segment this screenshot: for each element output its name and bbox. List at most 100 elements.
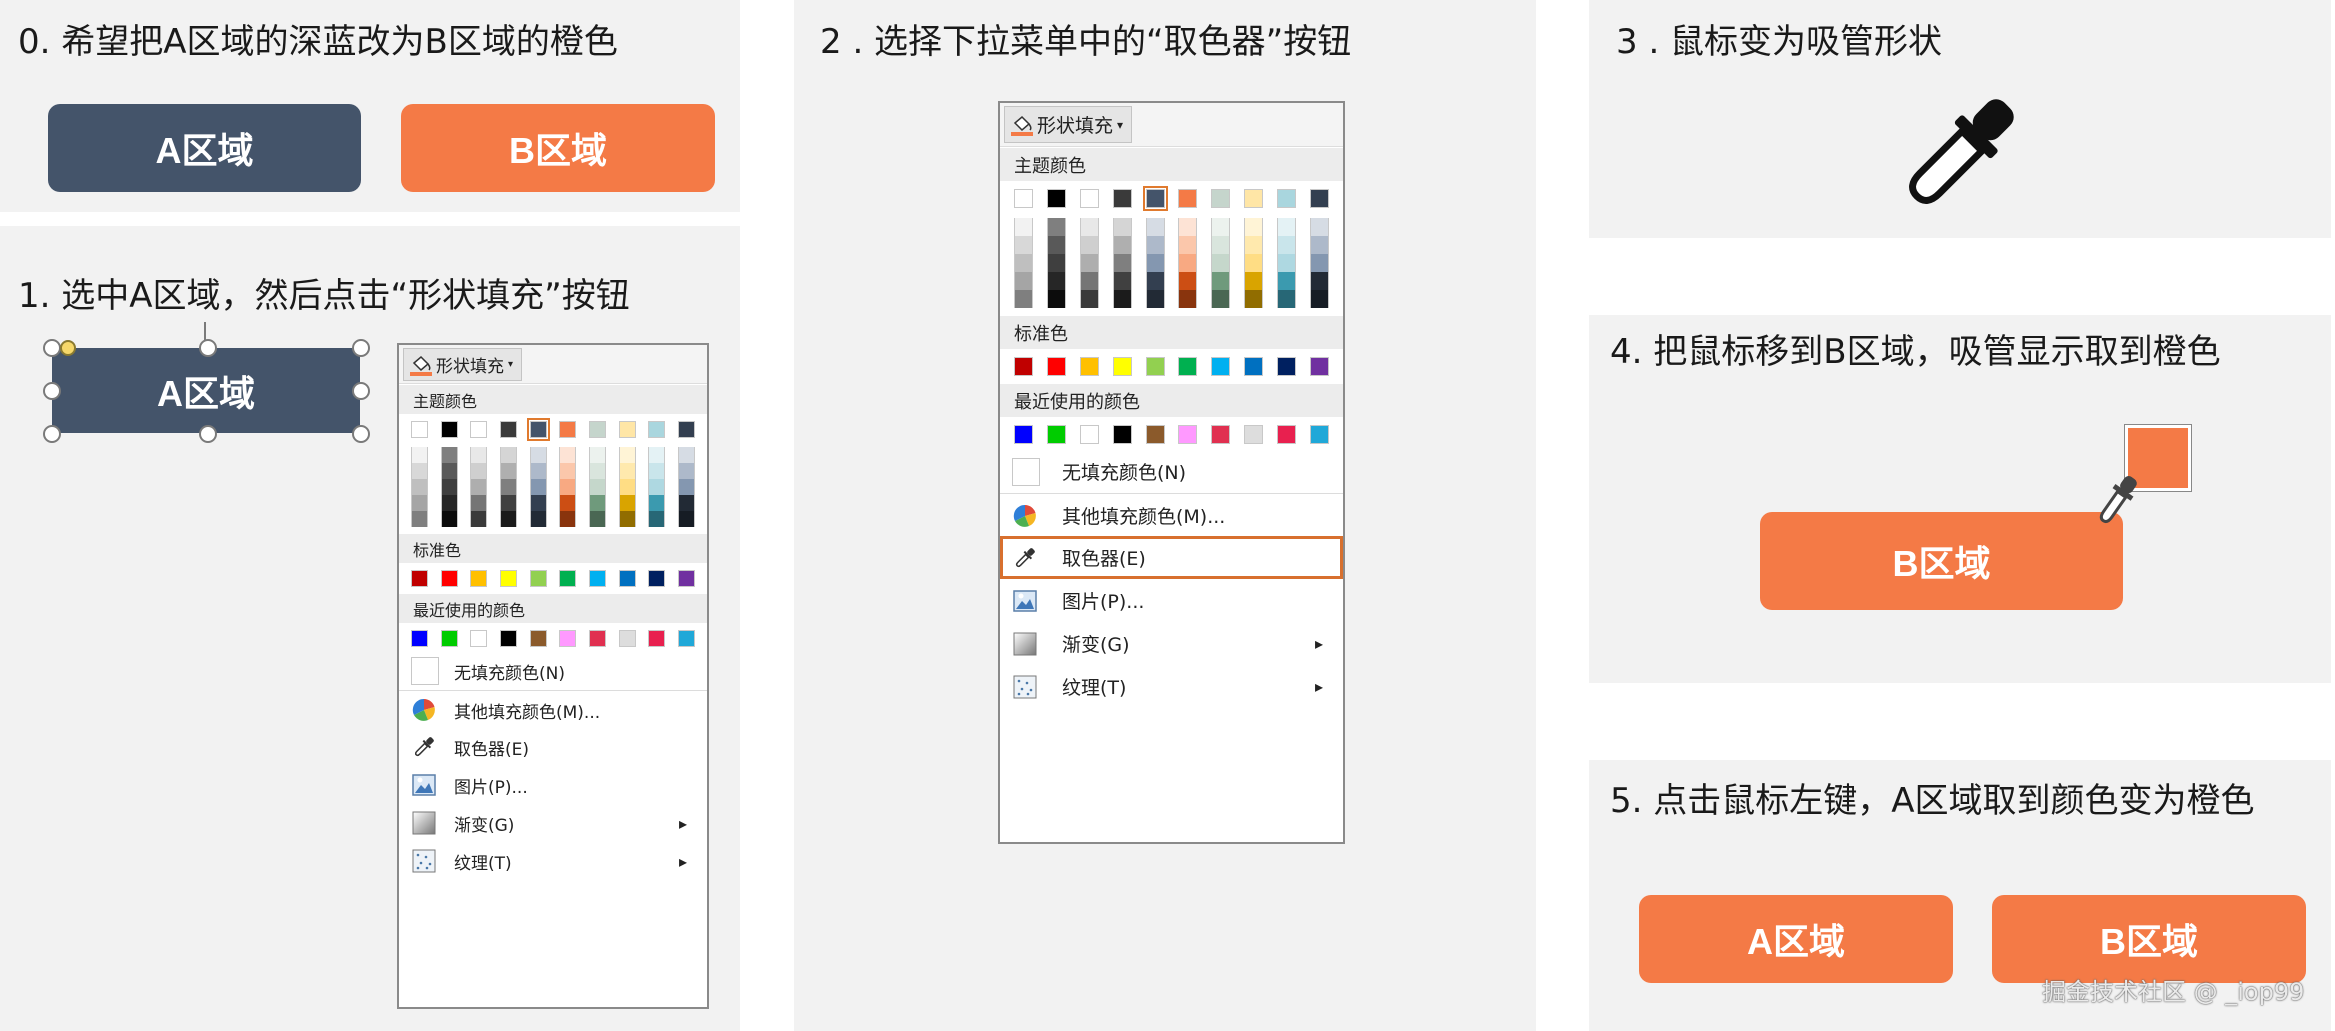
gradient-fill-item[interactable]: 渐变(G) ▸ <box>1000 622 1343 665</box>
theme-shade-swatch[interactable] <box>470 447 487 463</box>
theme-shade-swatch[interactable] <box>1014 254 1033 272</box>
standard-color-swatch[interactable] <box>441 570 458 587</box>
recent-color-swatch[interactable] <box>1047 425 1066 444</box>
standard-color-swatch[interactable] <box>470 570 487 587</box>
theme-shade-swatch[interactable] <box>1244 218 1263 236</box>
texture-fill-item[interactable]: 纹理(T) ▸ <box>399 842 707 880</box>
texture-fill-item[interactable]: 纹理(T) ▸ <box>1000 665 1343 708</box>
theme-shade-swatch[interactable] <box>1047 254 1066 272</box>
theme-shade-swatch[interactable] <box>589 511 606 527</box>
shape-a-selected[interactable]: A区域 <box>52 348 360 433</box>
theme-shade-swatch[interactable] <box>411 495 428 511</box>
theme-shade-swatch[interactable] <box>411 511 428 527</box>
theme-shade-swatch[interactable] <box>559 511 576 527</box>
theme-shade-swatch[interactable] <box>500 463 517 479</box>
theme-color-swatch[interactable] <box>1113 189 1132 208</box>
recent-color-swatch[interactable] <box>1080 425 1099 444</box>
theme-shade-swatch[interactable] <box>1080 290 1099 308</box>
theme-shade-swatch[interactable] <box>619 447 636 463</box>
recent-color-swatch[interactable] <box>1146 425 1165 444</box>
theme-shade-swatch[interactable] <box>648 479 665 495</box>
theme-shade-swatch[interactable] <box>1310 236 1329 254</box>
theme-shade-swatch[interactable] <box>1277 218 1296 236</box>
standard-color-swatch[interactable] <box>619 570 636 587</box>
theme-shade-swatch[interactable] <box>500 495 517 511</box>
theme-color-swatch[interactable] <box>559 421 576 438</box>
picture-fill-item[interactable]: 图片(P)... <box>399 766 707 804</box>
standard-color-swatch[interactable] <box>1113 357 1132 376</box>
theme-shade-swatch[interactable] <box>1113 272 1132 290</box>
theme-shade-swatch[interactable] <box>411 479 428 495</box>
theme-color-swatch[interactable] <box>1244 189 1263 208</box>
resize-handle[interactable] <box>43 425 61 443</box>
no-fill-item[interactable]: 无填充颜色(N) <box>1000 450 1343 493</box>
theme-shade-swatch[interactable] <box>1146 254 1165 272</box>
theme-shade-swatch[interactable] <box>1178 254 1197 272</box>
shape-fill-button[interactable]: 形状填充 ▾ <box>403 348 523 381</box>
theme-shade-swatch[interactable] <box>530 463 547 479</box>
theme-shade-swatch[interactable] <box>1113 290 1132 308</box>
theme-shade-swatch[interactable] <box>1211 236 1230 254</box>
recent-color-swatch[interactable] <box>1310 425 1329 444</box>
theme-shade-swatch[interactable] <box>678 479 695 495</box>
theme-shade-swatch[interactable] <box>500 447 517 463</box>
theme-shade-swatch[interactable] <box>1244 254 1263 272</box>
theme-shade-swatch[interactable] <box>1277 272 1296 290</box>
standard-color-swatch[interactable] <box>1310 357 1329 376</box>
resize-handle[interactable] <box>199 339 217 357</box>
theme-color-swatch[interactable] <box>1211 189 1230 208</box>
shape-fill-button[interactable]: 形状填充 ▾ <box>1004 106 1133 143</box>
theme-shade-swatch[interactable] <box>559 479 576 495</box>
more-fill-colors-item[interactable]: 其他填充颜色(M)... <box>1000 493 1343 537</box>
theme-shade-swatch[interactable] <box>441 463 458 479</box>
rotate-handle[interactable] <box>204 322 206 340</box>
theme-shade-swatch[interactable] <box>1014 272 1033 290</box>
theme-shade-swatch[interactable] <box>648 511 665 527</box>
theme-shade-swatch[interactable] <box>530 495 547 511</box>
theme-shade-swatch[interactable] <box>441 511 458 527</box>
theme-shade-swatch[interactable] <box>530 511 547 527</box>
theme-shade-swatch[interactable] <box>619 479 636 495</box>
theme-color-swatch[interactable] <box>1277 189 1296 208</box>
theme-shade-swatch[interactable] <box>559 447 576 463</box>
picture-fill-item[interactable]: 图片(P)... <box>1000 579 1343 622</box>
theme-shade-swatch[interactable] <box>1310 272 1329 290</box>
theme-color-swatch[interactable] <box>589 421 606 438</box>
standard-color-swatch[interactable] <box>648 570 665 587</box>
eyedropper-item[interactable]: 取色器(E) <box>1000 536 1343 579</box>
recent-color-swatch[interactable] <box>411 630 428 647</box>
theme-shade-swatch[interactable] <box>1146 290 1165 308</box>
theme-color-swatch[interactable] <box>619 421 636 438</box>
eyedropper-item[interactable]: 取色器(E) <box>399 728 707 766</box>
recent-color-swatch[interactable] <box>1211 425 1230 444</box>
theme-color-swatch[interactable] <box>1080 189 1099 208</box>
standard-color-swatch[interactable] <box>1178 357 1197 376</box>
theme-shade-swatch[interactable] <box>470 495 487 511</box>
resize-handle[interactable] <box>352 382 370 400</box>
theme-color-swatch[interactable] <box>678 421 695 438</box>
theme-shade-swatch[interactable] <box>1310 290 1329 308</box>
theme-shade-swatch[interactable] <box>1211 272 1230 290</box>
standard-color-swatch[interactable] <box>411 570 428 587</box>
theme-shade-swatch[interactable] <box>1310 254 1329 272</box>
theme-shade-swatch[interactable] <box>1211 290 1230 308</box>
standard-color-swatch[interactable] <box>500 570 517 587</box>
theme-color-swatch[interactable] <box>470 421 487 438</box>
theme-shade-swatch[interactable] <box>1146 236 1165 254</box>
theme-shade-swatch[interactable] <box>1080 218 1099 236</box>
theme-shade-swatch[interactable] <box>411 463 428 479</box>
resize-handle[interactable] <box>352 425 370 443</box>
theme-shade-swatch[interactable] <box>1047 272 1066 290</box>
theme-shade-swatch[interactable] <box>1277 290 1296 308</box>
theme-shade-swatch[interactable] <box>1113 218 1132 236</box>
theme-shade-swatch[interactable] <box>1113 254 1132 272</box>
theme-shade-swatch[interactable] <box>1146 272 1165 290</box>
theme-shade-swatch[interactable] <box>530 479 547 495</box>
theme-shade-swatch[interactable] <box>589 463 606 479</box>
shape-b-target[interactable]: B区域 <box>1760 512 2123 610</box>
theme-shade-swatch[interactable] <box>619 495 636 511</box>
theme-shade-swatch[interactable] <box>1277 236 1296 254</box>
theme-shade-swatch[interactable] <box>619 463 636 479</box>
standard-color-swatch[interactable] <box>559 570 576 587</box>
theme-shade-swatch[interactable] <box>1211 218 1230 236</box>
